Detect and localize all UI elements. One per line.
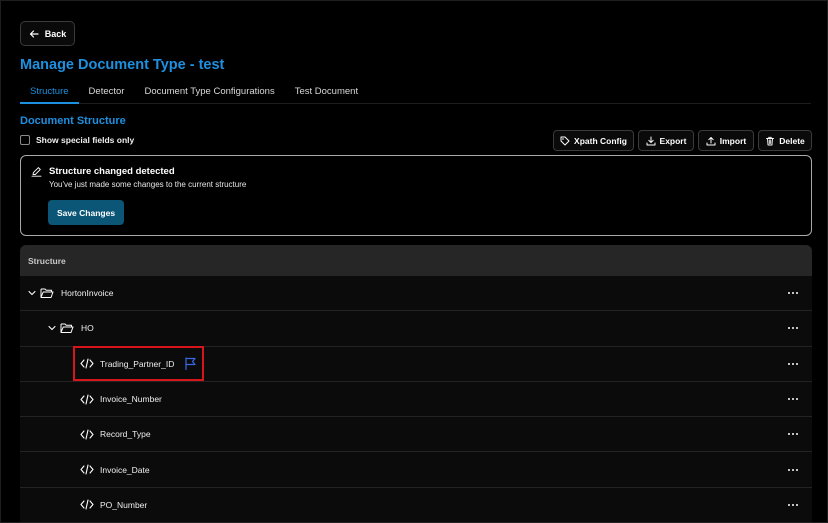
- more-options-icon[interactable]: [787, 397, 799, 401]
- upload-icon: [706, 136, 716, 145]
- tree-row-label: Invoice_Number: [100, 394, 162, 405]
- import-button[interactable]: Import: [698, 130, 754, 151]
- tree-row-label: Trading_Partner_ID: [100, 358, 175, 369]
- save-changes-button[interactable]: Save Changes: [48, 200, 124, 225]
- back-label: Back: [44, 28, 67, 39]
- xpath-config-label: Xpath Config: [574, 135, 627, 146]
- app-window: Back Manage Document Type - test Structu…: [0, 0, 828, 523]
- tree-row[interactable]: HortonInvoice: [20, 276, 812, 312]
- trash-icon: [766, 136, 775, 145]
- pencil-icon: [31, 167, 42, 177]
- section-title: Document Structure: [20, 115, 126, 127]
- tree-row-label: HO: [81, 323, 94, 334]
- code-icon: [80, 358, 94, 369]
- structure-changed-notice: Structure changed detected You've just m…: [20, 155, 812, 236]
- delete-label: Delete: [779, 135, 805, 146]
- tab-document-type-configurations[interactable]: Document Type Configurations: [134, 82, 284, 104]
- structure-header: Structure: [20, 245, 812, 276]
- folder-open-icon: [60, 323, 74, 334]
- structure-tree: Structure HortonInvoice HO Trading_Partn…: [20, 245, 812, 523]
- folder-open-icon: [40, 288, 54, 299]
- tab-bar: Structure Detector Document Type Configu…: [20, 82, 811, 104]
- tree-row[interactable]: Invoice_Number: [20, 382, 812, 418]
- code-icon: [80, 429, 94, 440]
- tree-row[interactable]: Record_Type: [20, 417, 812, 453]
- tree-row-label: Record_Type: [100, 429, 151, 440]
- more-options-icon[interactable]: [787, 362, 799, 366]
- tree-row-label: HortonInvoice: [61, 288, 114, 299]
- notice-title: Structure changed detected: [49, 166, 175, 177]
- more-options-icon[interactable]: [787, 432, 799, 436]
- code-icon: [80, 464, 94, 475]
- code-icon: [80, 393, 94, 405]
- tab-test-document[interactable]: Test Document: [285, 82, 368, 104]
- chevron-down-icon[interactable]: [28, 289, 36, 297]
- tree-row[interactable]: Invoice_Date: [20, 452, 812, 488]
- xpath-config-button[interactable]: Xpath Config: [553, 130, 634, 151]
- chevron-down-icon[interactable]: [48, 324, 56, 332]
- tab-detector[interactable]: Detector: [79, 82, 135, 104]
- notice-text: You've just made some changes to the cur…: [49, 180, 247, 189]
- tree-row-label: PO_Number: [100, 499, 148, 510]
- more-options-icon[interactable]: [787, 503, 799, 507]
- tree-row[interactable]: PO_Number: [20, 488, 812, 523]
- tree-row[interactable]: Trading_Partner_ID: [20, 347, 812, 382]
- export-label: Export: [659, 135, 687, 146]
- special-fields-checkbox[interactable]: [20, 135, 30, 145]
- more-options-icon[interactable]: [787, 468, 799, 472]
- arrow-left-icon: [29, 29, 39, 38]
- flag-icon[interactable]: [184, 357, 197, 371]
- more-options-icon[interactable]: [787, 291, 799, 295]
- special-fields-toggle: Show special fields only: [20, 135, 134, 145]
- delete-button[interactable]: Delete: [758, 130, 812, 151]
- tab-structure[interactable]: Structure: [20, 82, 79, 104]
- back-button[interactable]: Back: [20, 21, 75, 46]
- tree-row-label: Invoice_Date: [100, 464, 150, 475]
- special-fields-label: Show special fields only: [36, 135, 135, 145]
- import-label: Import: [719, 135, 747, 146]
- page-title: Manage Document Type - test: [20, 57, 225, 73]
- download-icon: [646, 136, 656, 145]
- more-options-icon[interactable]: [787, 326, 799, 330]
- tree-row[interactable]: HO: [20, 311, 812, 347]
- code-icon: [80, 499, 94, 510]
- tag-icon: [560, 136, 570, 145]
- export-button[interactable]: Export: [638, 130, 694, 151]
